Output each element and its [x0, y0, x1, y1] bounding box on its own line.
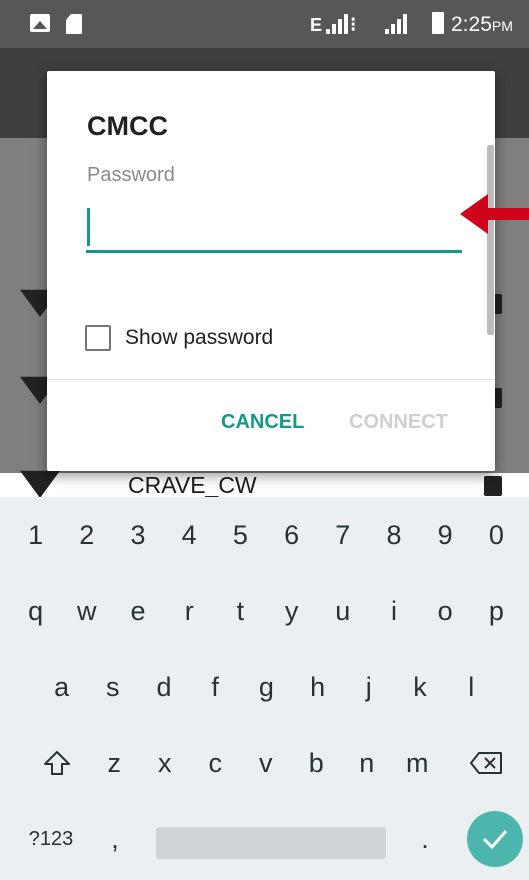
key-l[interactable]: l [446, 649, 497, 725]
key-o[interactable]: o [420, 573, 471, 649]
scrollbar[interactable] [487, 145, 494, 335]
key-n[interactable]: n [342, 725, 393, 801]
symbols-key[interactable]: ?123 [16, 801, 86, 877]
key-4[interactable]: 4 [164, 497, 215, 573]
divider [47, 379, 495, 380]
shift-icon [44, 751, 70, 775]
network-name: CRAVE_CW [128, 472, 257, 498]
key-y[interactable]: y [266, 573, 317, 649]
period-key[interactable]: . [405, 801, 445, 877]
key-w[interactable]: w [61, 573, 112, 649]
key-x[interactable]: x [140, 725, 191, 801]
key-1[interactable]: 1 [10, 497, 61, 573]
cancel-button[interactable]: CANCEL [207, 403, 318, 442]
key-8[interactable]: 8 [368, 497, 419, 573]
key-5[interactable]: 5 [215, 497, 266, 573]
key-i[interactable]: i [368, 573, 419, 649]
password-label: Password [87, 164, 175, 186]
enter-key[interactable] [467, 811, 523, 867]
shift-key[interactable] [22, 725, 92, 801]
enter-check-icon [482, 830, 508, 850]
key-3[interactable]: 3 [112, 497, 163, 573]
key-f[interactable]: f [190, 649, 241, 725]
dialog-title: CMCC [87, 111, 168, 141]
key-j[interactable]: j [343, 649, 394, 725]
key-t[interactable]: t [215, 573, 266, 649]
key-m[interactable]: m [392, 725, 443, 801]
text-cursor [87, 208, 90, 246]
key-p[interactable]: p [471, 573, 522, 649]
backspace-key[interactable] [451, 725, 521, 801]
key-7[interactable]: 7 [317, 497, 368, 573]
key-g[interactable]: g [241, 649, 292, 725]
network-type: E [310, 15, 323, 35]
key-6[interactable]: 6 [266, 497, 317, 573]
password-input[interactable] [86, 201, 462, 253]
signal-icon [385, 14, 407, 34]
key-h[interactable]: h [292, 649, 343, 725]
function-row: ?123 , . [0, 801, 529, 877]
red-arrow-icon [460, 194, 529, 234]
show-password-label[interactable]: Show password [125, 326, 273, 350]
data-activity-icon: ⁝ [350, 14, 357, 36]
key-s[interactable]: s [87, 649, 138, 725]
comma-key[interactable]: , [95, 801, 135, 877]
wifi-password-dialog: CMCC Password Show password CANCEL CONNE… [47, 71, 495, 471]
key-9[interactable]: 9 [420, 497, 471, 573]
key-q[interactable]: q [10, 573, 61, 649]
key-v[interactable]: v [241, 725, 292, 801]
battery-icon [432, 12, 444, 34]
key-r[interactable]: r [164, 573, 215, 649]
key-e[interactable]: e [112, 573, 163, 649]
show-password-checkbox[interactable] [85, 325, 111, 351]
key-d[interactable]: d [138, 649, 189, 725]
key-u[interactable]: u [317, 573, 368, 649]
clock: 2:25PM [451, 13, 513, 36]
key-b[interactable]: b [291, 725, 342, 801]
middle-letter-row: asdfghjkl [0, 649, 529, 725]
connect-button[interactable]: CONNECT [337, 403, 460, 442]
key-z[interactable]: z [89, 725, 140, 801]
key-c[interactable]: c [190, 725, 241, 801]
backspace-icon [470, 752, 502, 774]
sd-card-icon [66, 14, 82, 34]
image-icon [30, 14, 50, 32]
key-0[interactable]: 0 [471, 497, 522, 573]
key-a[interactable]: a [36, 649, 87, 725]
key-k[interactable]: k [394, 649, 445, 725]
space-key[interactable] [156, 827, 386, 859]
soft-keyboard: 1234567890 qwertyuiop asdfghjkl zxcvbnm … [0, 497, 529, 880]
signal-icon [326, 14, 348, 34]
number-row: 1234567890 [0, 497, 529, 573]
status-bar: E ⁝ 2:25PM [0, 0, 529, 48]
lock-icon [484, 476, 502, 496]
key-2[interactable]: 2 [61, 497, 112, 573]
top-letter-row: qwertyuiop [0, 573, 529, 649]
bottom-letter-row: zxcvbnm [0, 725, 529, 801]
